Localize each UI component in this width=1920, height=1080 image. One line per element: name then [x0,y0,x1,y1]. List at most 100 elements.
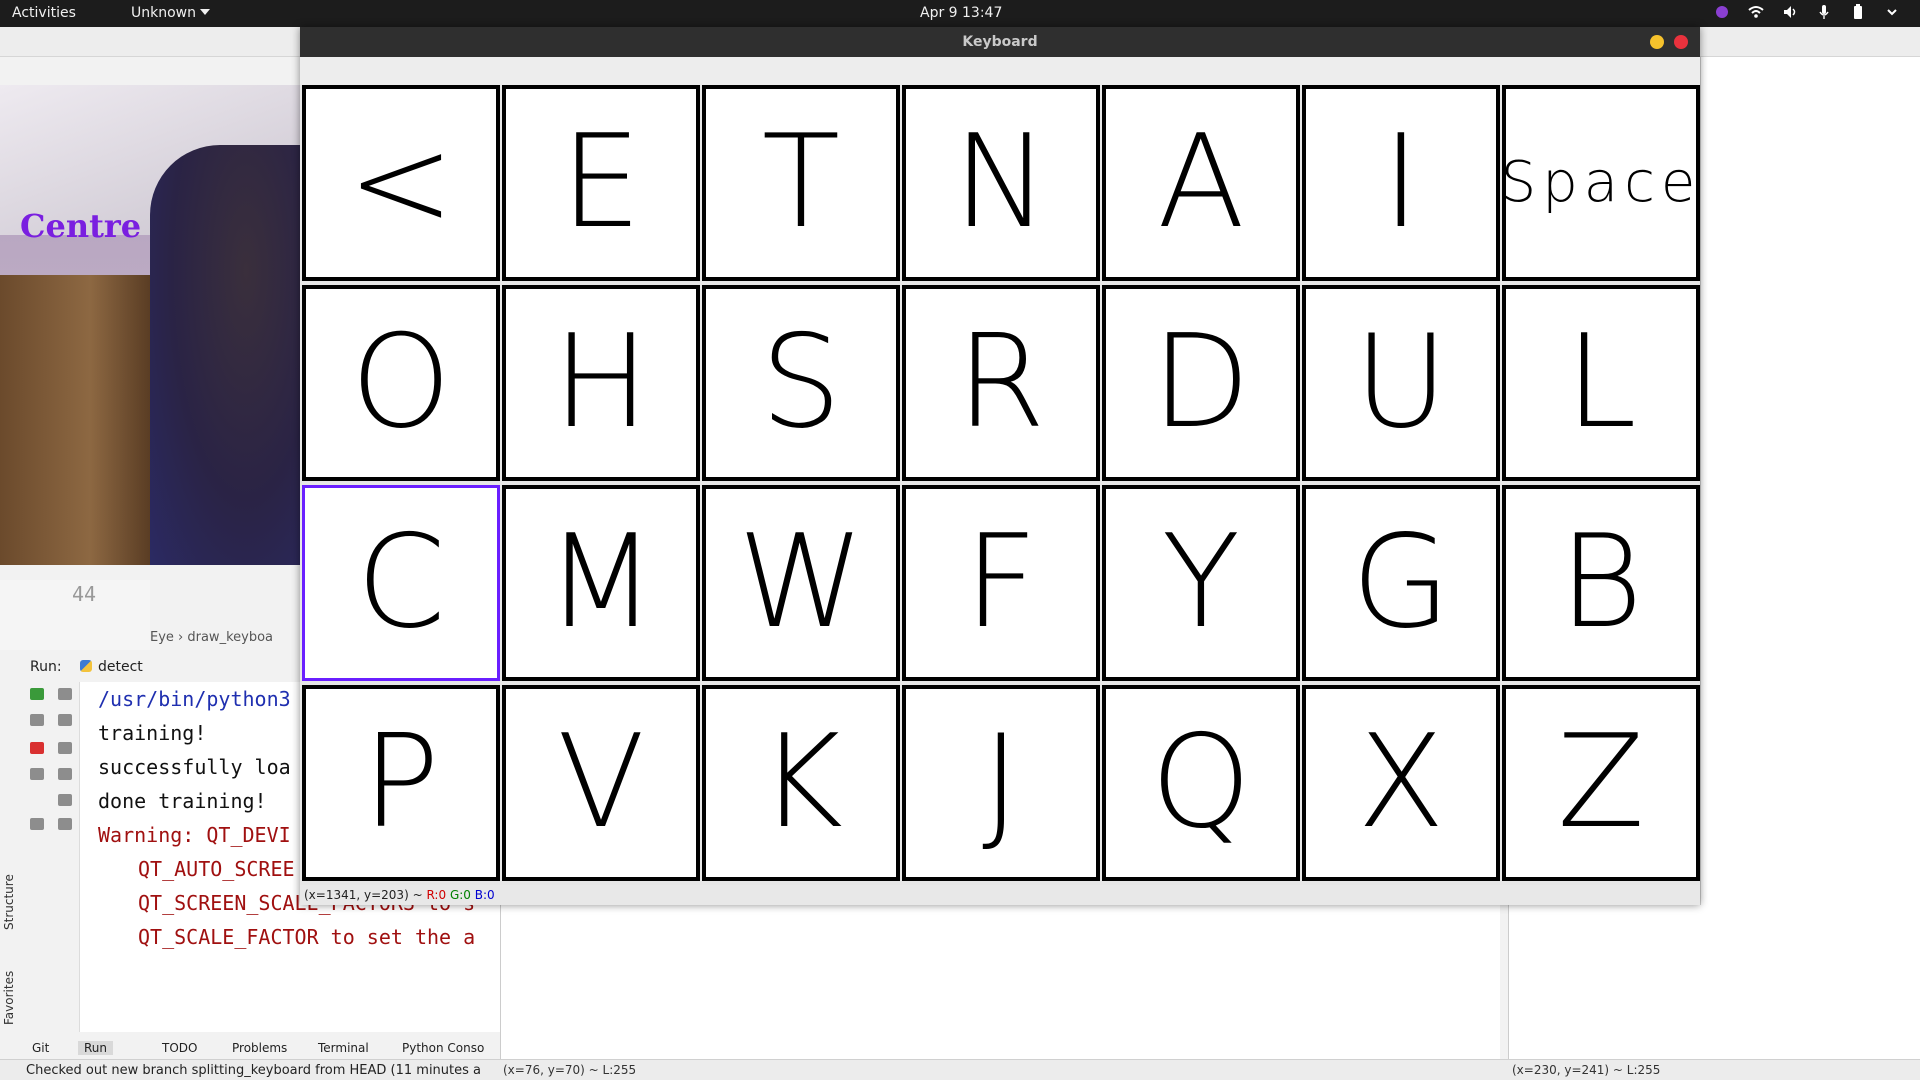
camera-person [150,145,300,565]
opencv-window-eye [500,905,1500,1059]
key-label: U [1354,308,1448,457]
close-button[interactable] [1674,35,1688,49]
key-label: E [560,108,642,257]
window-titlebar[interactable]: Keyboard [300,27,1700,57]
status-bar: Checked out new branch splitting_keyboar… [0,1059,1920,1080]
minimize-button[interactable] [1650,35,1664,49]
key-backspace[interactable]: < [302,85,500,281]
cursor-coords: (x=1341, y=203) ~ [304,888,423,902]
key-label: O [350,308,452,457]
red-value: R:0 [426,888,447,902]
key-label: V [557,708,645,857]
app-menu[interactable]: Unknown [131,5,210,21]
wrench-icon[interactable] [30,714,44,726]
green-value: G:0 [449,888,471,902]
activities-button[interactable]: Activities [12,5,76,21]
key-u[interactable]: U [1302,285,1500,481]
key-p[interactable]: P [302,685,500,881]
key-label: F [964,508,1038,657]
system-tray[interactable] [1714,4,1900,20]
key-f[interactable]: F [902,485,1100,681]
key-i[interactable]: I [1302,85,1500,281]
key-label: Q [1150,708,1252,857]
tab-run[interactable]: Run [78,1041,114,1055]
key-label: I [1382,108,1420,257]
arrow-down-icon[interactable] [58,714,72,726]
key-label: R [956,308,1046,457]
key-k[interactable]: K [702,685,900,881]
wifi-icon[interactable] [1748,4,1764,20]
battery-icon[interactable] [1850,4,1866,20]
chevron-down-icon [200,9,210,15]
microphone-icon[interactable] [1816,4,1832,20]
tab-problems[interactable]: Problems [232,1041,287,1055]
key-label: Z [1557,708,1645,857]
key-r[interactable]: R [902,285,1100,481]
key-y[interactable]: Y [1102,485,1300,681]
tab-todo[interactable]: TODO [162,1041,197,1055]
layout-icon[interactable] [30,768,44,780]
key-q[interactable]: Q [1102,685,1300,881]
key-c[interactable]: C [302,485,500,681]
keyboard-window: Keyboard < E T N A I Space O H S R D U L C M W F Y G B P V K J Q X… [300,27,1700,905]
key-label: K [759,708,843,857]
soft-wrap-icon[interactable] [58,742,72,754]
key-d[interactable]: D [1102,285,1300,481]
key-n[interactable]: N [902,85,1100,281]
breadcrumb[interactable]: Eye › draw_keyboa [150,630,273,645]
stop-icon[interactable] [30,742,44,754]
run-tab-detect[interactable]: detect [80,659,143,675]
side-tab-favorites[interactable]: Favorites [2,971,16,1025]
key-label: Y [1161,508,1241,657]
python-icon [80,660,92,672]
opencv-status-mid: (x=76, y=70) ~ L:255 [503,1063,637,1077]
gnome-top-bar: Activities Unknown Apr 9 13:47 [0,0,1920,27]
camera-door [0,275,150,565]
run-label: Run: [30,659,62,675]
print-icon[interactable] [58,794,72,806]
key-label: P [362,708,440,857]
pin-icon[interactable] [30,818,44,830]
key-v[interactable]: V [502,685,700,881]
key-o[interactable]: O [302,285,500,481]
trash-icon[interactable] [58,818,72,830]
key-label: M [545,508,657,657]
left-tool-strip: Structure Favorites [0,840,22,1040]
key-space[interactable]: Space [1501,85,1700,281]
key-e[interactable]: E [502,85,700,281]
tab-python-console[interactable]: Python Conso [402,1041,484,1055]
key-label: S [760,308,842,457]
key-m[interactable]: M [502,485,700,681]
side-tab-structure[interactable]: Structure [2,874,16,930]
status-message[interactable]: Checked out new branch splitting_keyboar… [26,1063,481,1078]
key-l[interactable]: L [1502,285,1700,481]
key-label: G [1351,508,1451,657]
run-toolbar [22,682,80,1032]
power-menu-icon[interactable] [1884,4,1900,20]
key-g[interactable]: G [1302,485,1500,681]
tab-git[interactable]: Git [32,1041,49,1055]
arrow-up-icon[interactable] [58,688,72,700]
key-x[interactable]: X [1302,685,1500,881]
bottom-tool-tabs: Git Run TODO Problems Terminal Python Co… [22,1037,502,1059]
key-z[interactable]: Z [1502,685,1700,881]
tab-terminal[interactable]: Terminal [318,1041,369,1055]
rerun-icon[interactable] [30,688,44,700]
key-s[interactable]: S [702,285,900,481]
console-line: QT_SCALE_FACTOR to set the a [138,925,476,949]
key-a[interactable]: A [1102,85,1300,281]
scroll-to-end-icon[interactable] [58,768,72,780]
key-h[interactable]: H [502,285,700,481]
key-t[interactable]: T [702,85,900,281]
key-w[interactable]: W [702,485,900,681]
app-indicator-icon[interactable] [1714,4,1730,20]
editor-gutter: 44 [0,580,150,650]
key-b[interactable]: B [1502,485,1700,681]
key-j[interactable]: J [902,685,1100,881]
app-menu-label: Unknown [131,5,196,21]
opencv-status-right: (x=230, y=241) ~ L:255 [1512,1063,1661,1077]
volume-icon[interactable] [1782,4,1798,20]
keyboard-status: (x=1341, y=203) ~ R:0 G:0 B:0 [304,888,495,902]
clock[interactable]: Apr 9 13:47 [920,5,1002,21]
virtual-keyboard-grid: < E T N A I Space O H S R D U L C M W F Y G B P V K J Q X Z [300,85,1700,885]
